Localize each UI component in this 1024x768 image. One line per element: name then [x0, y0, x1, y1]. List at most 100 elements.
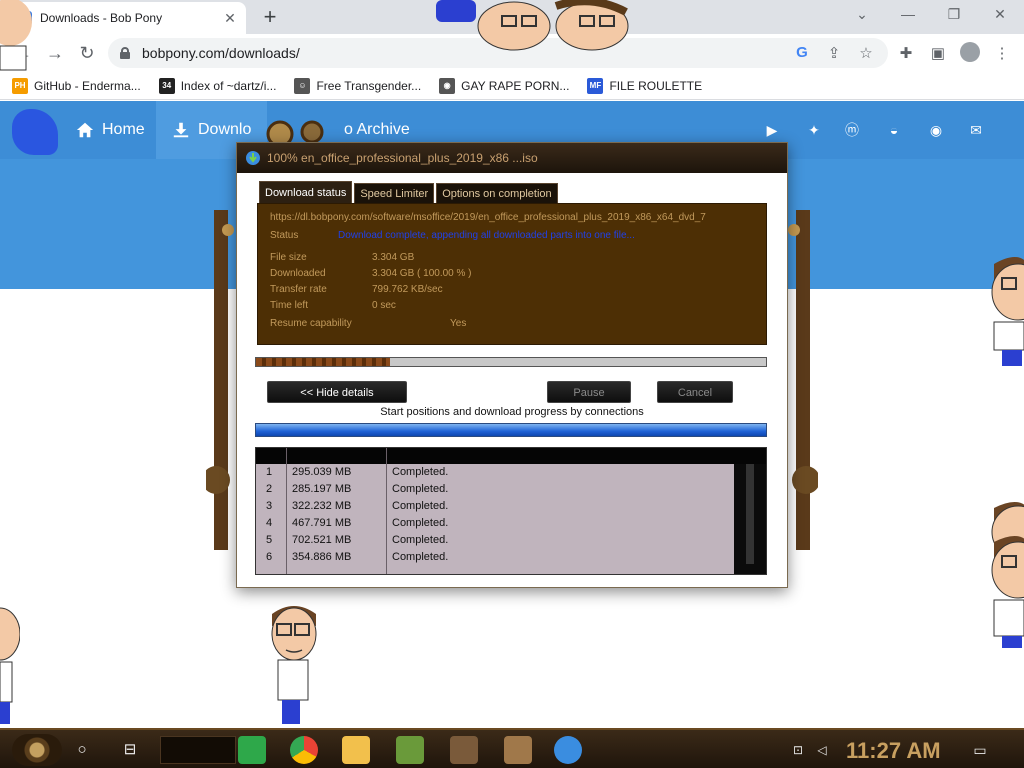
bookmarks-bar: PH GitHub - Enderma... 34 Index of ~dartz/i…: [0, 72, 1024, 100]
tab-close-icon[interactable]: ✕: [222, 10, 238, 27]
connection-number: 6: [266, 551, 273, 563]
hide-details-button[interactable]: << Hide details: [267, 381, 407, 403]
connections-table-body: 1 295.039 MB Completed. 2 285.197 MB Complete…: [256, 464, 734, 574]
email-icon[interactable]: ✉: [966, 121, 986, 139]
connection-size: 295.039 MB: [292, 466, 352, 478]
connection-size: 467.791 MB: [292, 517, 352, 529]
downloaded-label: Downloaded: [270, 268, 326, 279]
resume-label: Resume capability: [270, 318, 352, 329]
cartoon-character-icon: [0, 607, 20, 724]
mastodon-icon[interactable]: ⓜ: [842, 121, 862, 139]
minecraft-icon[interactable]: [396, 736, 424, 764]
connection-info: Completed.: [392, 500, 449, 512]
game-launcher-icon[interactable]: [450, 736, 478, 764]
profile-avatar[interactable]: [960, 42, 980, 62]
dialog-titlebar[interactable]: 100% en_office_professional_plus_2019_x8…: [237, 143, 787, 173]
column-divider: [386, 448, 387, 574]
connection-number: 3: [266, 500, 273, 512]
tab-download-status[interactable]: Download status: [259, 181, 353, 203]
connection-size: 702.521 MB: [292, 534, 352, 546]
bookmark-label: GitHub - Enderma...: [34, 78, 141, 93]
bookmark-item[interactable]: MF FILE ROULETTE: [587, 77, 703, 94]
connection-number: 1: [266, 466, 273, 478]
home-icon: [76, 122, 94, 138]
time-left-value: 0 sec: [372, 300, 396, 311]
bookmark-favicon-icon: MF: [587, 77, 604, 94]
download-progress-bar: [255, 357, 767, 367]
extensions-icon[interactable]: ✚: [896, 44, 916, 62]
bookmark-item[interactable]: ☺ Free Transgender...: [294, 77, 421, 94]
connection-number: 5: [266, 534, 273, 546]
file-size-value: 3.304 GB: [372, 252, 415, 263]
connection-row[interactable]: 4 467.791 MB Completed.: [256, 515, 734, 532]
cortana-icon[interactable]: ○: [72, 740, 92, 760]
github-icon[interactable]: ◉: [926, 121, 946, 139]
taskbar: ○ ⊟ ⊡ ◁ 11:27 AM ▭: [0, 728, 1024, 768]
forward-icon[interactable]: →: [44, 42, 66, 64]
pause-button[interactable]: Pause: [547, 381, 631, 403]
tab-speed-limiter[interactable]: Speed Limiter: [354, 183, 435, 203]
bookmark-star-icon[interactable]: ☆: [856, 44, 876, 62]
connection-row[interactable]: 1 295.039 MB Completed.: [256, 464, 734, 481]
connection-row[interactable]: 6 354.886 MB Completed.: [256, 549, 734, 566]
volume-muted-icon[interactable]: ◁: [814, 742, 830, 758]
status-label: Status: [270, 230, 299, 241]
url-text[interactable]: bobpony.com/downloads/: [142, 45, 300, 61]
bookmark-item[interactable]: ◉ GAY RAPE PORN...: [439, 77, 569, 94]
dialog-tabs: Download status Speed Limiter Options on…: [259, 181, 558, 203]
dialog-title: 100% en_office_professional_plus_2019_x8…: [267, 151, 538, 165]
connections-table-header: [256, 448, 766, 464]
status-value: Download complete, appending all downloa…: [338, 230, 635, 241]
character-app-icon[interactable]: [504, 736, 532, 764]
bookmark-label: Index of ~dartz/i...: [180, 78, 277, 93]
lock-icon[interactable]: [120, 47, 130, 59]
browser-tab[interactable]: Downloads - Bob Pony ✕: [8, 2, 246, 34]
close-window-button[interactable]: ✕: [990, 6, 1010, 23]
minimize-button[interactable]: —: [898, 6, 918, 22]
task-view-icon[interactable]: ⊟: [120, 740, 140, 760]
tab-options-on-completion[interactable]: Options on completion: [436, 183, 558, 203]
reload-icon[interactable]: ↻: [76, 42, 98, 64]
connection-size: 322.232 MB: [292, 500, 352, 512]
file-explorer-icon[interactable]: [342, 736, 370, 764]
connection-number: 4: [266, 517, 273, 529]
connection-info: Completed.: [392, 517, 449, 529]
menu-dots-icon[interactable]: ⋮: [992, 44, 1012, 62]
discord-icon[interactable]: ◒: [884, 121, 904, 139]
cancel-button[interactable]: Cancel: [657, 381, 733, 403]
connections-caption: Start positions and download progress by…: [380, 406, 644, 418]
download-manager-icon[interactable]: [554, 736, 582, 764]
connection-row[interactable]: 5 702.521 MB Completed.: [256, 532, 734, 549]
notifications-icon[interactable]: ▭: [972, 742, 988, 758]
restore-button[interactable]: ❐: [944, 6, 964, 23]
cartoon-character-icon: [271, 606, 317, 724]
share-icon[interactable]: ⇪: [824, 44, 844, 62]
bookmark-favicon-icon: ☺: [294, 77, 311, 94]
chrome-icon[interactable]: [290, 736, 318, 764]
notes-app-icon[interactable]: [238, 736, 266, 764]
taskbar-clock[interactable]: 11:27 AM: [846, 738, 941, 764]
time-left-label: Time left: [270, 300, 308, 311]
side-panel-icon[interactable]: ▣: [928, 44, 948, 62]
connections-progress-bar: [255, 423, 767, 437]
download-manager-icon: [246, 151, 260, 165]
network-icon[interactable]: ⊡: [790, 742, 806, 758]
google-icon[interactable]: G: [792, 44, 812, 61]
tab-search-icon[interactable]: ⌄: [852, 6, 872, 23]
connection-info: Completed.: [392, 483, 449, 495]
new-tab-button[interactable]: +: [258, 4, 282, 30]
bookmark-item[interactable]: PH GitHub - Enderma...: [12, 77, 141, 94]
taskbar-search[interactable]: [160, 736, 236, 764]
bookmark-label: FILE ROULETTE: [609, 78, 703, 93]
connection-row[interactable]: 3 322.232 MB Completed.: [256, 498, 734, 515]
connection-size: 354.886 MB: [292, 551, 352, 563]
connections-scrollbar[interactable]: [746, 464, 754, 564]
transfer-rate-label: Transfer rate: [270, 284, 327, 295]
bookmark-item[interactable]: 34 Index of ~dartz/i...: [158, 77, 277, 94]
start-button[interactable]: [12, 734, 62, 766]
column-divider: [286, 448, 287, 574]
site-logo[interactable]: [12, 109, 58, 155]
nav-home[interactable]: Home: [60, 101, 161, 159]
download-dialog: 100% en_office_professional_plus_2019_x8…: [236, 142, 788, 588]
connection-row[interactable]: 2 285.197 MB Completed.: [256, 481, 734, 498]
